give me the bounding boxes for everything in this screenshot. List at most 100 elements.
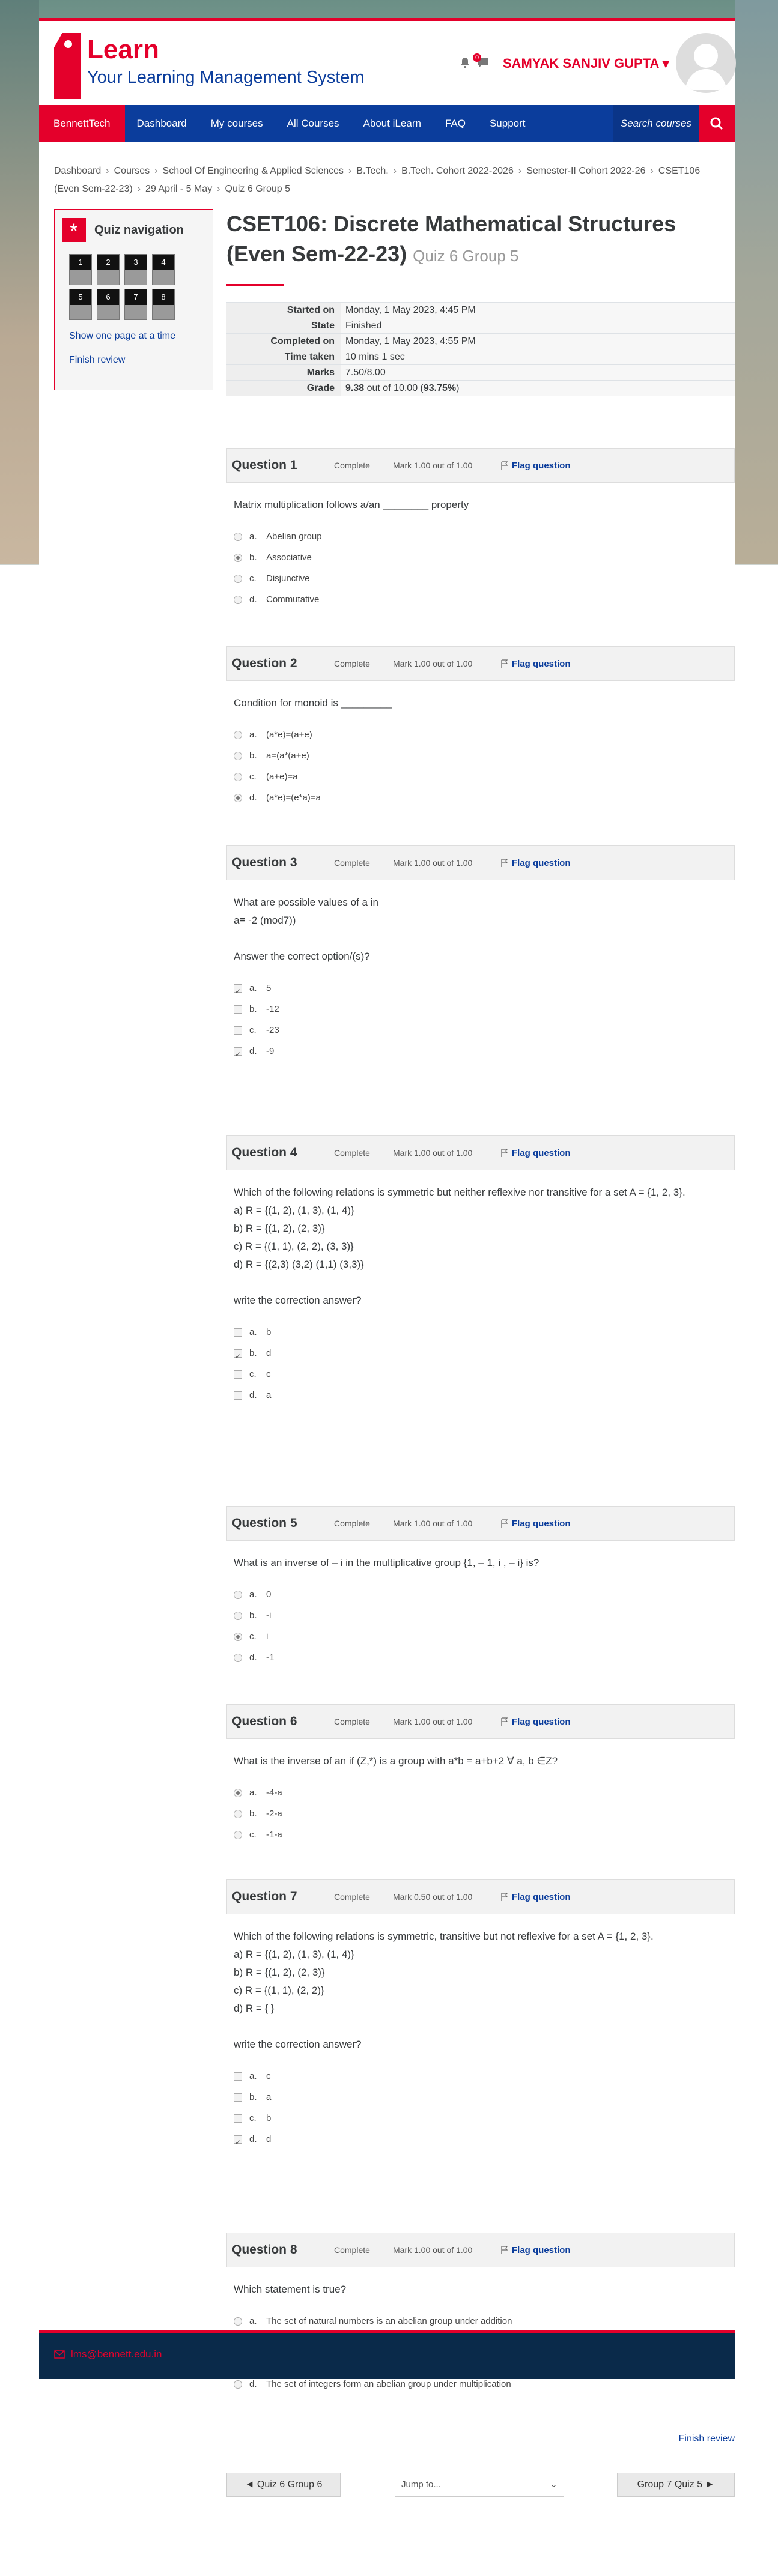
quiz-nav-button[interactable]: 4 xyxy=(152,254,175,285)
answer-option[interactable]: a. 0 xyxy=(234,1584,728,1605)
radio-button[interactable] xyxy=(234,1611,242,1620)
nav-item-all-courses[interactable]: All Courses xyxy=(275,105,351,142)
show-one-page-link[interactable]: Show one page at a time xyxy=(69,331,175,342)
radio-button[interactable] xyxy=(234,1830,242,1839)
radio-button[interactable] xyxy=(234,1632,242,1641)
checkbox[interactable] xyxy=(234,2114,242,2123)
answer-option[interactable]: a. Abelian group xyxy=(234,526,728,547)
checkbox[interactable] xyxy=(234,1026,242,1035)
radio-button[interactable] xyxy=(234,595,242,604)
checkbox[interactable] xyxy=(234,1045,242,1063)
answer-option[interactable]: d. a xyxy=(234,1385,728,1406)
checkbox[interactable] xyxy=(234,1005,242,1014)
search-button[interactable] xyxy=(699,105,735,142)
answer-option[interactable]: c. -23 xyxy=(234,1020,728,1041)
checkbox[interactable] xyxy=(234,982,242,1000)
answer-option[interactable]: a. (a*e)=(a+e) xyxy=(234,724,728,745)
flag-question-button[interactable]: Flag question xyxy=(501,858,571,868)
nav-item-my-courses[interactable]: My courses xyxy=(199,105,275,142)
answer-option[interactable]: a. c xyxy=(234,2066,728,2087)
flag-question-button[interactable]: Flag question xyxy=(501,461,571,471)
nav-item-bennetttech[interactable]: BennettTech xyxy=(39,105,125,142)
flag-question-button[interactable]: Flag question xyxy=(501,1519,571,1529)
answer-option[interactable]: c. c xyxy=(234,1364,728,1385)
checkbox[interactable] xyxy=(234,1391,242,1400)
avatar[interactable] xyxy=(676,33,736,93)
search-input[interactable]: Search courses xyxy=(613,105,699,142)
checkbox[interactable] xyxy=(234,1370,242,1379)
radio-button[interactable] xyxy=(234,574,242,583)
answer-option[interactable]: a. b xyxy=(234,1322,728,1343)
answer-option[interactable]: c. -1-a xyxy=(234,1824,728,1845)
quiz-nav-button[interactable]: 8 xyxy=(152,289,175,320)
radio-button[interactable] xyxy=(234,1653,242,1662)
breadcrumb-item[interactable]: B.Tech. xyxy=(356,166,388,176)
radio-button[interactable] xyxy=(234,532,242,541)
flag-question-button[interactable]: Flag question xyxy=(501,659,571,669)
checkbox[interactable] xyxy=(234,2072,242,2081)
quiz-nav-button[interactable]: 3 xyxy=(124,254,147,285)
breadcrumb-item[interactable]: School Of Engineering & Applied Sciences xyxy=(163,166,344,176)
bell-icon[interactable] xyxy=(460,57,470,69)
quiz-nav-button[interactable]: 7 xyxy=(124,289,147,320)
quiz-nav-button[interactable]: 6 xyxy=(97,289,120,320)
flag-question-button[interactable]: Flag question xyxy=(501,1148,571,1158)
answer-option[interactable]: d. d xyxy=(234,2129,728,2151)
answer-option[interactable]: b. -i xyxy=(234,1605,728,1626)
breadcrumb-item[interactable]: Quiz 6 Group 5 xyxy=(225,184,291,194)
radio-button[interactable] xyxy=(234,730,242,739)
answer-option[interactable]: c. (a+e)=a xyxy=(234,766,728,787)
answer-option[interactable]: c. b xyxy=(234,2108,728,2129)
answer-option[interactable]: d. -1 xyxy=(234,1647,728,1668)
radio-button[interactable] xyxy=(234,751,242,760)
answer-option[interactable]: b. d xyxy=(234,1343,728,1365)
answer-option[interactable]: d. -9 xyxy=(234,1041,728,1063)
answer-option[interactable]: c. Disjunctive xyxy=(234,568,728,589)
flag-question-button[interactable]: Flag question xyxy=(501,2245,571,2255)
messages-icon[interactable]: 0 xyxy=(473,53,491,69)
answer-option[interactable]: b. a=(a*(a+e) xyxy=(234,745,728,766)
radio-button[interactable] xyxy=(234,1590,242,1599)
answer-option[interactable]: a. -4-a xyxy=(234,1782,728,1803)
quiz-nav-button[interactable]: 2 xyxy=(97,254,120,285)
jump-to-select[interactable]: Jump to... ⌄ xyxy=(395,2473,564,2497)
radio-button[interactable] xyxy=(234,793,242,802)
footer-email[interactable]: lms@bennett.edu.in xyxy=(54,2348,162,2360)
answer-option[interactable]: b. Associative xyxy=(234,547,728,568)
radio-button[interactable] xyxy=(234,2380,242,2389)
checkbox[interactable] xyxy=(234,1328,242,1337)
previous-activity-button[interactable]: ◄ Quiz 6 Group 6 xyxy=(226,2473,341,2497)
breadcrumb-item[interactable]: Semester-II Cohort 2022-26 xyxy=(526,166,645,176)
next-activity-button[interactable]: Group 7 Quiz 5 ► xyxy=(617,2473,735,2497)
answer-option[interactable]: d. (a*e)=(e*a)=a xyxy=(234,787,728,808)
answer-option[interactable]: c. i xyxy=(234,1626,728,1647)
flag-question-button[interactable]: Flag question xyxy=(501,1717,571,1727)
radio-button[interactable] xyxy=(234,553,242,562)
ilearn-logo[interactable]: Learn Your Learning Management System xyxy=(54,33,365,99)
checkbox[interactable] xyxy=(234,2133,242,2151)
answer-option[interactable]: b. -12 xyxy=(234,999,728,1020)
breadcrumb-item[interactable]: Courses xyxy=(114,166,150,176)
nav-item-support[interactable]: Support xyxy=(478,105,538,142)
checkbox[interactable] xyxy=(234,2093,242,2102)
answer-option[interactable]: b. -2-a xyxy=(234,1803,728,1824)
nav-item-about[interactable]: About iLearn xyxy=(351,105,433,142)
quiz-nav-button[interactable]: 5 xyxy=(69,289,92,320)
breadcrumb-item[interactable]: B.Tech. Cohort 2022-2026 xyxy=(401,166,514,176)
nav-item-dashboard[interactable]: Dashboard xyxy=(125,105,199,142)
finish-review-link[interactable]: Finish review xyxy=(679,2434,735,2444)
user-menu[interactable]: SAMYAK SANJIV GUPTA ▾ xyxy=(503,56,669,71)
answer-option[interactable]: d. Commutative xyxy=(234,589,728,610)
radio-button[interactable] xyxy=(234,1809,242,1818)
quiz-nav-button[interactable]: 1 xyxy=(69,254,92,285)
answer-option[interactable]: b. a xyxy=(234,2087,728,2108)
radio-button[interactable] xyxy=(234,1788,242,1797)
answer-option[interactable]: a. 5 xyxy=(234,978,728,1000)
answer-option[interactable]: a. The set of natural numbers is an abeli… xyxy=(234,2311,728,2332)
finish-review-link[interactable]: Finish review xyxy=(69,355,125,366)
radio-button[interactable] xyxy=(234,2317,242,2326)
radio-button[interactable] xyxy=(234,772,242,781)
checkbox[interactable] xyxy=(234,1347,242,1365)
breadcrumb-item[interactable]: Dashboard xyxy=(54,166,101,176)
breadcrumb-item[interactable]: 29 April - 5 May xyxy=(145,184,212,194)
